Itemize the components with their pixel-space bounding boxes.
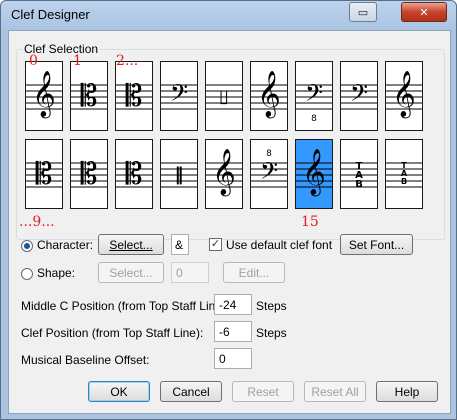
clef-position-label: Clef Position (from Top Staff Line): [21, 326, 204, 340]
middle-c-label: Middle C Position (from Top Staff Line): [21, 299, 230, 313]
character-radio[interactable] [21, 240, 33, 252]
treble-high-clef-icon: 𝄞 [392, 71, 416, 117]
character-select-button[interactable]: Select... [98, 234, 164, 255]
clef-cell-c-mezzo[interactable]: 𝄡 [70, 139, 108, 209]
use-default-font-checkbox[interactable]: ✓ [209, 238, 222, 251]
use-default-font-label: Use default clef font [226, 238, 333, 252]
close-button[interactable]: ✕ [401, 2, 447, 22]
clef-index-annotation: 15 [301, 214, 319, 230]
tab-small-clef-icon: T A B [400, 161, 408, 186]
baseline-offset-label: Musical Baseline Offset: [21, 353, 150, 367]
bass-8va-clef-icon: 𝄢 [259, 157, 278, 190]
c-soprano-clef-icon: 𝄡 [35, 157, 53, 192]
percussion-clef-icon: ▯ [219, 86, 229, 107]
shape-edit-label: Edit... [238, 265, 270, 280]
c-mezzo-clef-icon: 𝄡 [80, 157, 98, 192]
shape-radio[interactable] [21, 268, 33, 280]
shape-edit-button[interactable]: Edit... [223, 262, 285, 283]
restore-icon: ▭ [357, 6, 369, 19]
clef-cell-treble-2[interactable]: 𝄞 [205, 139, 243, 209]
set-font-label: Set Font... [348, 237, 405, 252]
clef-cell-tab-small[interactable]: T A B [385, 139, 423, 209]
treble-low-clef-icon: 𝄞 [257, 71, 281, 117]
character-select-label: Select... [109, 237, 153, 252]
tenor-clef-icon: 𝄡 [125, 79, 143, 114]
treble-clef-icon: 𝄞 [32, 71, 56, 117]
clef-cell-alto[interactable]: 𝄡 [70, 61, 108, 131]
shape-value-field[interactable]: 0 [171, 262, 209, 283]
clef-position-field[interactable]: -6 [214, 321, 252, 342]
close-icon: ✕ [419, 6, 429, 19]
clef-cell-treble-high[interactable]: 𝄞 [385, 61, 423, 131]
tab-clef-icon: T A B [355, 161, 363, 190]
clef-cell-treble[interactable]: 𝄞 [25, 61, 63, 131]
reset-button[interactable]: Reset [232, 381, 294, 402]
bass-8vb-clef-icon: 𝄢 [304, 79, 323, 112]
reset-all-label: Reset All [311, 384, 359, 399]
help-button[interactable]: Help [376, 381, 438, 402]
cancel-button[interactable]: Cancel [160, 381, 222, 402]
restore-button[interactable]: ▭ [349, 2, 377, 22]
reset-label: Reset [247, 384, 279, 399]
ok-label: OK [110, 384, 128, 399]
clef-designer-window: Clef Designer ▭ ✕ Clef Selection 𝄞 𝄡 𝄡 𝄢 ▯ 𝄞 𝄢… [0, 0, 457, 420]
bass-clef-icon: 𝄢 [169, 79, 188, 112]
clef-cell-bass[interactable]: 𝄢 [160, 61, 198, 131]
clef-index-annotation: ...9... [19, 214, 55, 230]
title-bar[interactable]: Clef Designer ▭ ✕ [1, 1, 456, 29]
bass-high-clef-icon: 𝄢 [349, 79, 368, 112]
clef-cell-c-soprano[interactable]: 𝄡 [25, 139, 63, 209]
window-title: Clef Designer [11, 7, 90, 22]
clef-cell-bass-high[interactable]: 𝄢 [340, 61, 378, 131]
c-baritone-clef-icon: 𝄡 [125, 157, 143, 192]
treble-2-clef-icon: 𝄞 [212, 149, 236, 195]
set-font-button[interactable]: Set Font... [340, 234, 413, 255]
alto-clef-icon: 𝄡 [80, 79, 98, 114]
octave-marker: 8 [266, 149, 272, 159]
clef-cell-treble-selected[interactable]: 𝄞 [295, 139, 333, 209]
shape-select-button[interactable]: Select... [98, 262, 164, 283]
clef-cell-tenor[interactable]: 𝄡 [115, 61, 153, 131]
clef-index-annotation: 1 [73, 53, 82, 69]
clef-cell-bass-8va[interactable]: 𝄢 8 [250, 139, 288, 209]
help-label: Help [394, 384, 420, 399]
shape-label: Shape: [37, 266, 76, 280]
ok-button[interactable]: OK [88, 381, 150, 402]
middle-c-field[interactable]: -24 [214, 294, 252, 315]
percussion-2-clef-icon: ‖ [174, 164, 184, 185]
clef-cell-percussion[interactable]: ▯ [205, 61, 243, 131]
clef-cell-percussion-2[interactable]: ‖ [160, 139, 198, 209]
shape-select-label: Select... [109, 265, 153, 280]
dialog-body: Clef Selection 𝄞 𝄡 𝄡 𝄢 ▯ 𝄞 𝄢 8 𝄢 𝄞 𝄡 𝄡 𝄡 ‖ 𝄞 𝄢 8 𝄞 T A BT … [8, 30, 451, 414]
middle-c-unit: Steps [256, 299, 287, 313]
clef-cell-c-baritone[interactable]: 𝄡 [115, 139, 153, 209]
baseline-offset-field[interactable]: 0 [214, 348, 252, 369]
clef-index-annotation: 2... [116, 53, 139, 69]
clef-cell-treble-low[interactable]: 𝄞 [250, 61, 288, 131]
clef-selection-group: Clef Selection 𝄞 𝄡 𝄡 𝄢 ▯ 𝄞 𝄢 8 𝄢 𝄞 𝄡 𝄡 𝄡 ‖ 𝄞 𝄢 8 𝄞 T A BT … [16, 42, 445, 240]
clef-index-annotation: 0 [29, 53, 38, 69]
cancel-label: Cancel [172, 384, 210, 399]
clef-cell-tab[interactable]: T A B [340, 139, 378, 209]
character-value-field[interactable]: & [171, 234, 189, 255]
clef-cell-bass-8vb[interactable]: 𝄢 8 [295, 61, 333, 131]
reset-all-button[interactable]: Reset All [304, 381, 366, 402]
treble-selected-clef-icon: 𝄞 [302, 149, 326, 195]
clef-position-unit: Steps [256, 326, 287, 340]
octave-marker: 8 [311, 114, 317, 124]
character-label: Character: [37, 238, 94, 252]
